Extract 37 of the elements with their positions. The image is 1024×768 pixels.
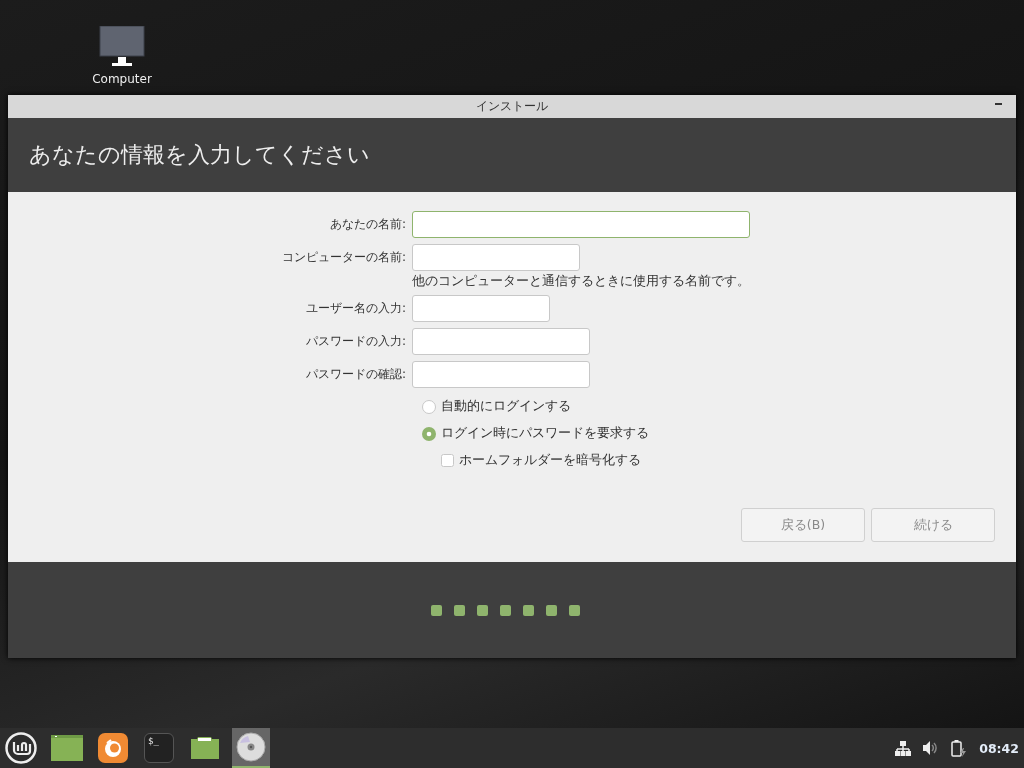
- volume-icon[interactable]: [923, 741, 940, 755]
- field-label: ユーザー名の入力:: [305, 300, 406, 317]
- radio-button[interactable]: [422, 399, 436, 414]
- window-title: インストール: [476, 98, 548, 115]
- progress-step: [476, 604, 488, 616]
- progress-step: [568, 604, 580, 616]
- disc-icon: [236, 732, 266, 762]
- progress-step: [453, 604, 465, 616]
- progress-step: [522, 604, 534, 616]
- field-label: パスワードの入力:: [305, 333, 406, 350]
- folder-icon: [191, 737, 219, 759]
- field-hint: 他のコンピューターと通信するときに使用する名前です。: [412, 273, 751, 289]
- progress-step: [499, 604, 511, 616]
- field-label: コンピューターの名前:: [281, 249, 406, 266]
- menu-logo-icon: [4, 731, 38, 765]
- text-field[interactable]: [412, 328, 590, 355]
- battery-icon[interactable]: [951, 739, 968, 757]
- radio-button[interactable]: [422, 426, 436, 441]
- radio-label[interactable]: ログイン時にパスワードを要求する: [441, 425, 649, 442]
- computer-monitor-icon[interactable]: [99, 26, 145, 68]
- radio-label[interactable]: 自動的にログインする: [441, 398, 571, 415]
- text-field[interactable]: [412, 244, 580, 271]
- progress-step: [545, 604, 557, 616]
- fox-icon: [98, 733, 128, 763]
- checkbox[interactable]: [441, 454, 454, 467]
- progress-step: [430, 604, 442, 616]
- desktop-icon-label: Computer: [92, 72, 152, 86]
- clock[interactable]: 08:42: [979, 740, 1019, 756]
- field-label: パスワードの確認:: [305, 366, 406, 383]
- window-icon: [51, 735, 83, 761]
- text-field[interactable]: [412, 361, 590, 388]
- network-icon[interactable]: [895, 740, 912, 756]
- checkbox-label[interactable]: ホームフォルダーを暗号化する: [459, 452, 641, 469]
- text-field[interactable]: [412, 211, 750, 238]
- text-field[interactable]: [412, 295, 550, 322]
- page-heading: あなたの情報を入力してください: [29, 141, 370, 169]
- field-label: あなたの名前:: [329, 216, 406, 233]
